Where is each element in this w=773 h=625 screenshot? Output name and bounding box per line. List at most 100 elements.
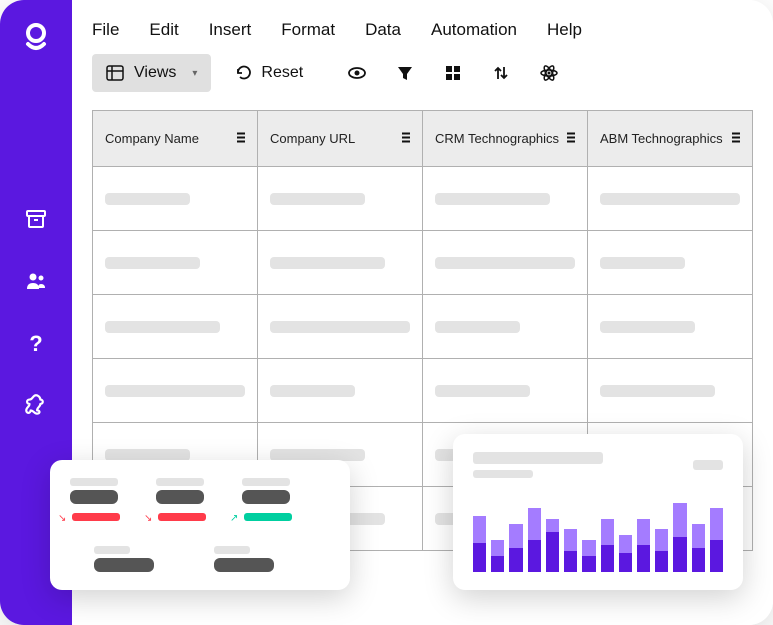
sort-icon [492,64,510,82]
brand-logo [20,22,52,54]
chart-bar [692,524,705,572]
menubar: File Edit Insert Format Data Automation … [72,0,773,54]
menu-automation[interactable]: Automation [431,20,517,40]
eye-icon [347,63,367,83]
filter-button[interactable] [395,63,415,83]
placeholder-bar [270,193,365,205]
placeholder-bar [156,490,204,504]
reset-label: Reset [261,64,303,82]
placeholder-bar [435,321,520,333]
table-cell[interactable] [423,359,588,423]
chart-legend-placeholder [693,460,723,470]
table-cell[interactable] [93,167,258,231]
views-dropdown[interactable]: Views ▾ [92,54,211,92]
placeholder-bar [242,490,290,504]
chart-bar [491,540,504,572]
sidebar-item-users[interactable] [21,266,51,296]
table-cell[interactable] [423,231,588,295]
menu-file[interactable]: File [92,20,119,40]
placeholder-bar [105,385,245,397]
table-cell[interactable] [588,167,753,231]
placeholder-bar [105,257,200,269]
column-header-company-name[interactable]: Company Name [93,111,258,167]
chart-bar [528,508,541,572]
menu-data[interactable]: Data [365,20,401,40]
svg-text:?: ? [29,331,42,355]
toolbar: Views ▾ Reset [72,54,773,110]
stat-item [70,478,120,526]
table-cell[interactable] [423,295,588,359]
column-menu-icon[interactable] [730,130,742,147]
column-header-abm-technographics[interactable]: ABM Technographics [588,111,753,167]
placeholder-bar [214,546,250,554]
chart-bar [710,508,723,572]
visibility-button[interactable] [347,63,367,83]
atom-icon [539,63,559,83]
archive-icon [24,207,48,231]
reset-button[interactable]: Reset [235,64,303,82]
stats-overlay-card [50,460,350,590]
table-cell[interactable] [258,167,423,231]
placeholder-bar [600,385,715,397]
table-row[interactable] [93,231,753,295]
placeholder-bar [600,321,695,333]
placeholder-bar [242,478,290,486]
table-cell[interactable] [93,359,258,423]
chart-bar [582,540,595,572]
table-cell[interactable] [93,295,258,359]
table-cell[interactable] [258,295,423,359]
column-menu-icon[interactable] [235,130,247,147]
placeholder-bar [270,321,410,333]
table-row[interactable] [93,295,753,359]
table-cell[interactable] [423,167,588,231]
table-row[interactable] [93,359,753,423]
chart-bar [601,519,614,572]
stat-item [214,546,274,572]
menu-help[interactable]: Help [547,20,582,40]
menu-format[interactable]: Format [281,20,335,40]
refresh-icon [235,64,253,82]
trend-bar [72,513,120,521]
stat-item [94,546,154,572]
column-menu-icon[interactable] [565,130,577,147]
table-icon [106,64,124,82]
placeholder-bar [270,449,365,461]
chart-title-placeholder [473,452,603,464]
table-cell[interactable] [93,231,258,295]
table-cell[interactable] [258,231,423,295]
chart-bar [546,519,559,572]
chart-bar [637,519,650,572]
chart-bar [619,535,632,572]
table-cell[interactable] [588,295,753,359]
placeholder-bar [156,478,204,486]
column-header-company-url[interactable]: Company URL [258,111,423,167]
table-cell[interactable] [258,359,423,423]
sort-button[interactable] [491,63,511,83]
column-header-crm-technographics[interactable]: CRM Technographics [423,111,588,167]
table-cell[interactable] [588,231,753,295]
placeholder-bar [270,385,355,397]
placeholder-bar [105,449,190,461]
grid-button[interactable] [443,63,463,83]
placeholder-bar [435,193,550,205]
chart-bar [509,524,522,572]
placeholder-bar [105,321,220,333]
sidebar-item-integrations[interactable] [21,390,51,420]
sidebar-item-help[interactable]: ? [21,328,51,358]
table-cell[interactable] [588,359,753,423]
menu-insert[interactable]: Insert [209,20,252,40]
atom-button[interactable] [539,63,559,83]
stat-item [242,478,292,526]
trend-bar [244,513,292,521]
filter-icon [396,64,414,82]
chart-bar [655,529,668,572]
menu-edit[interactable]: Edit [149,20,178,40]
chart-subtitle-placeholder [473,470,533,478]
stat-item [156,478,206,526]
placeholder-bar [94,546,130,554]
table-row[interactable] [93,167,753,231]
chart-bar [473,516,486,572]
sidebar-item-archive[interactable] [21,204,51,234]
column-menu-icon[interactable] [400,130,412,147]
grid-icon [444,64,462,82]
